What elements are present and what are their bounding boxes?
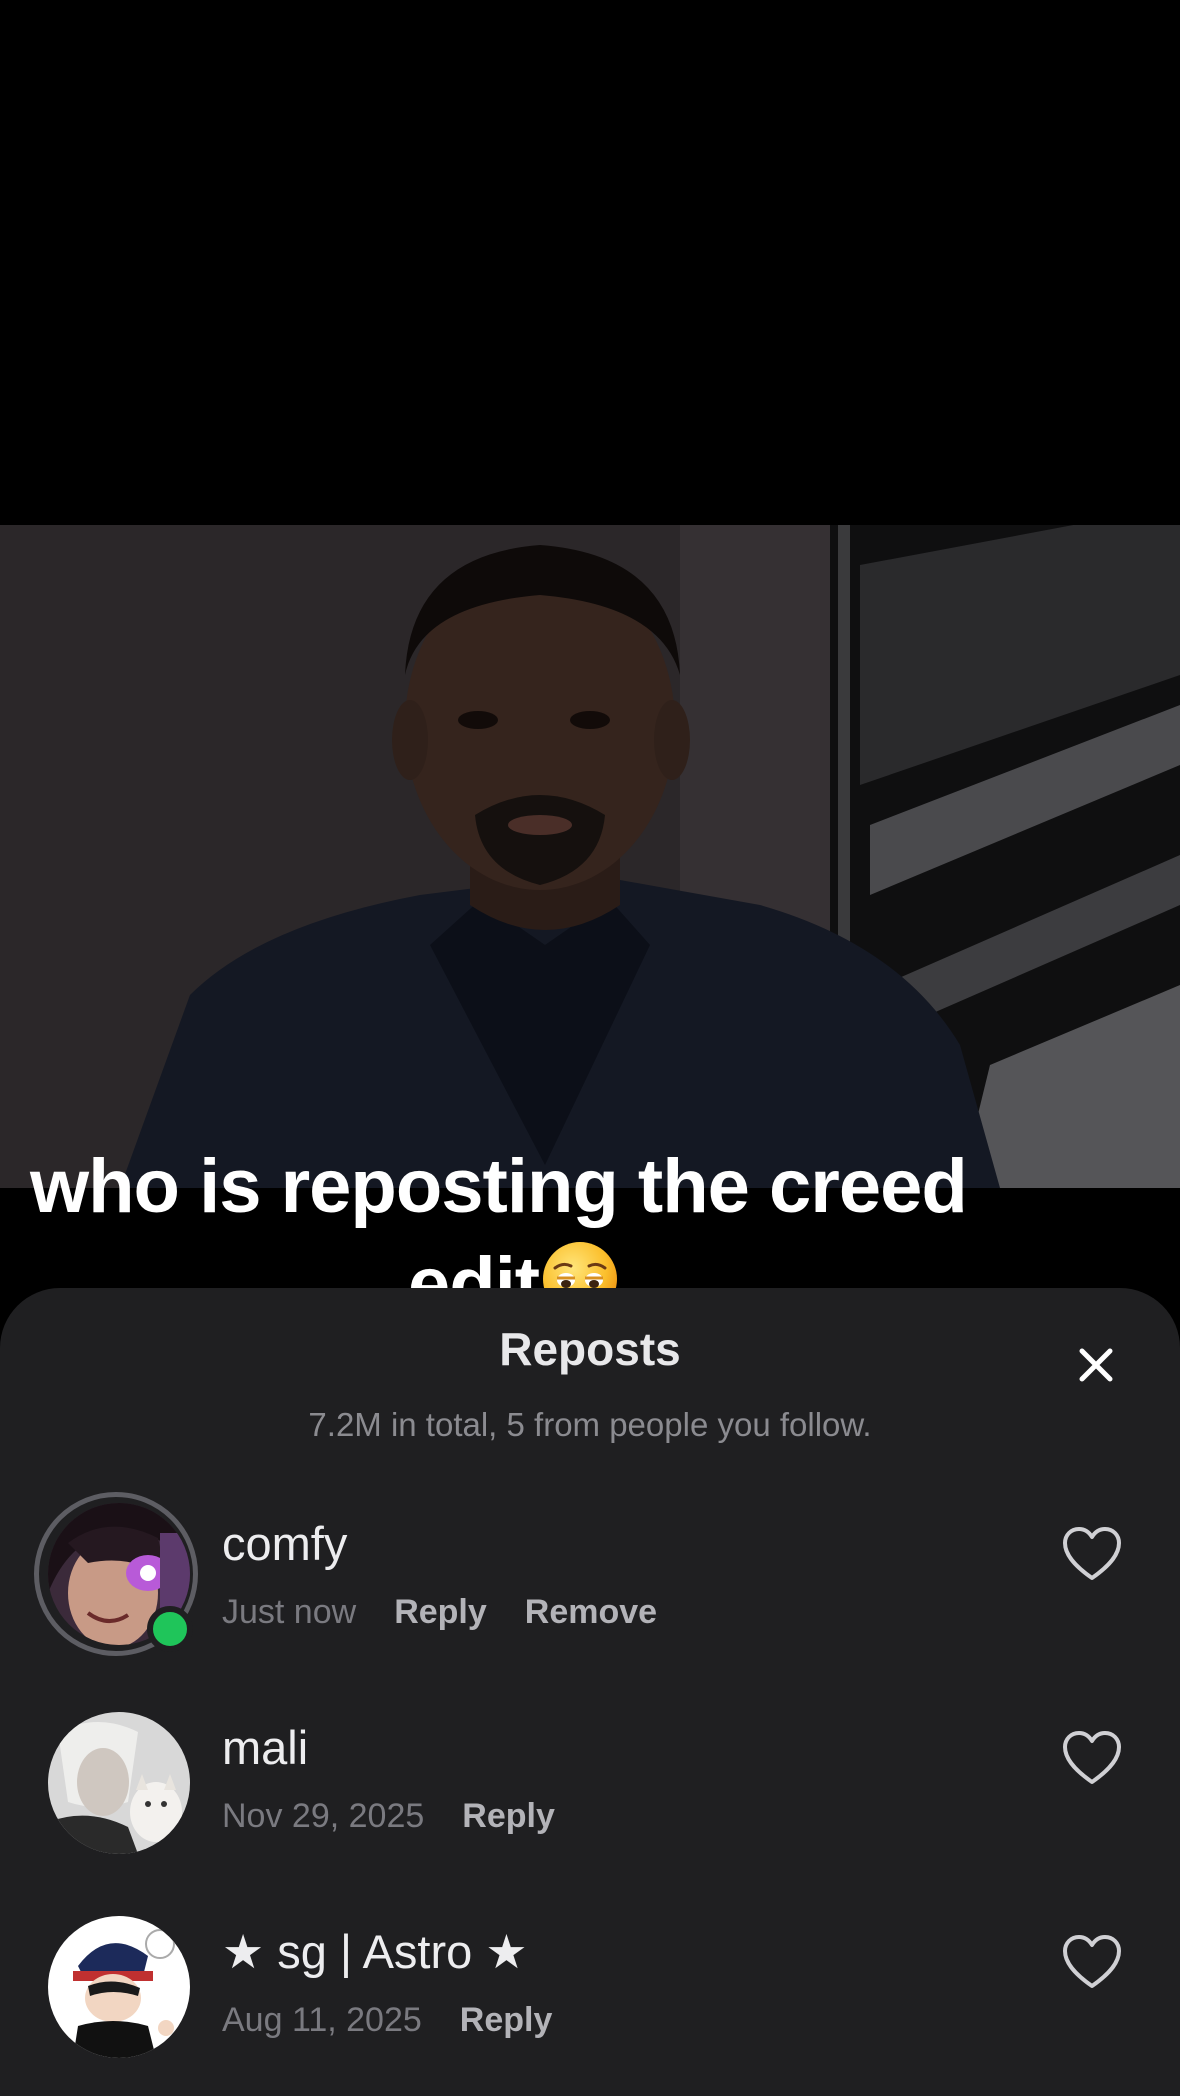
close-icon (1079, 1348, 1113, 1382)
like-button[interactable] (1062, 1730, 1122, 1786)
sheet-title: Reposts (499, 1323, 681, 1375)
heart-icon (1063, 1731, 1121, 1784)
list-item: comfy Just now Reply Remove (0, 1488, 1180, 1668)
video-still-image (0, 525, 1180, 1188)
list-item: mali Nov 29, 2025 Reply (0, 1692, 1180, 1872)
list-item: ★ sg | Astro ★ Aug 11, 2025 Reply (0, 1896, 1180, 2076)
timestamp: Just now (222, 1593, 357, 1631)
heart-icon (1063, 1527, 1121, 1580)
online-status-badge (147, 1606, 193, 1652)
video-frame[interactable] (0, 525, 1180, 1188)
reposts-summary: 7.2M in total, 5 from people you follow. (308, 1406, 872, 1443)
reply-button[interactable]: Reply (394, 1593, 487, 1631)
like-button[interactable] (1062, 1526, 1122, 1582)
avatar[interactable] (48, 1712, 190, 1854)
video-player[interactable] (0, 0, 1180, 1290)
close-button[interactable] (1073, 1342, 1119, 1388)
heart-icon (1063, 1935, 1121, 1988)
timestamp: Nov 29, 2025 (222, 1797, 425, 1835)
repost-meta: Just now Reply Remove (222, 1593, 695, 1632)
username[interactable]: ★ sg | Astro ★ (222, 1924, 527, 1980)
remove-button[interactable]: Remove (525, 1593, 657, 1631)
avatar[interactable] (48, 1916, 190, 2058)
reply-button[interactable]: Reply (462, 1797, 555, 1835)
repost-meta: Nov 29, 2025 Reply (222, 1797, 593, 1836)
repost-meta: Aug 11, 2025 Reply (222, 2001, 590, 2040)
like-button[interactable] (1062, 1934, 1122, 1990)
caption-line-1: who is reposting the creed (30, 1144, 968, 1229)
timestamp: Aug 11, 2025 (222, 2001, 422, 2039)
username[interactable]: comfy (222, 1516, 347, 1571)
reposts-screen: who is reposting the creed edit Reposts … (0, 0, 1180, 2096)
reply-button[interactable]: Reply (460, 2001, 553, 2039)
username[interactable]: mali (222, 1720, 308, 1775)
